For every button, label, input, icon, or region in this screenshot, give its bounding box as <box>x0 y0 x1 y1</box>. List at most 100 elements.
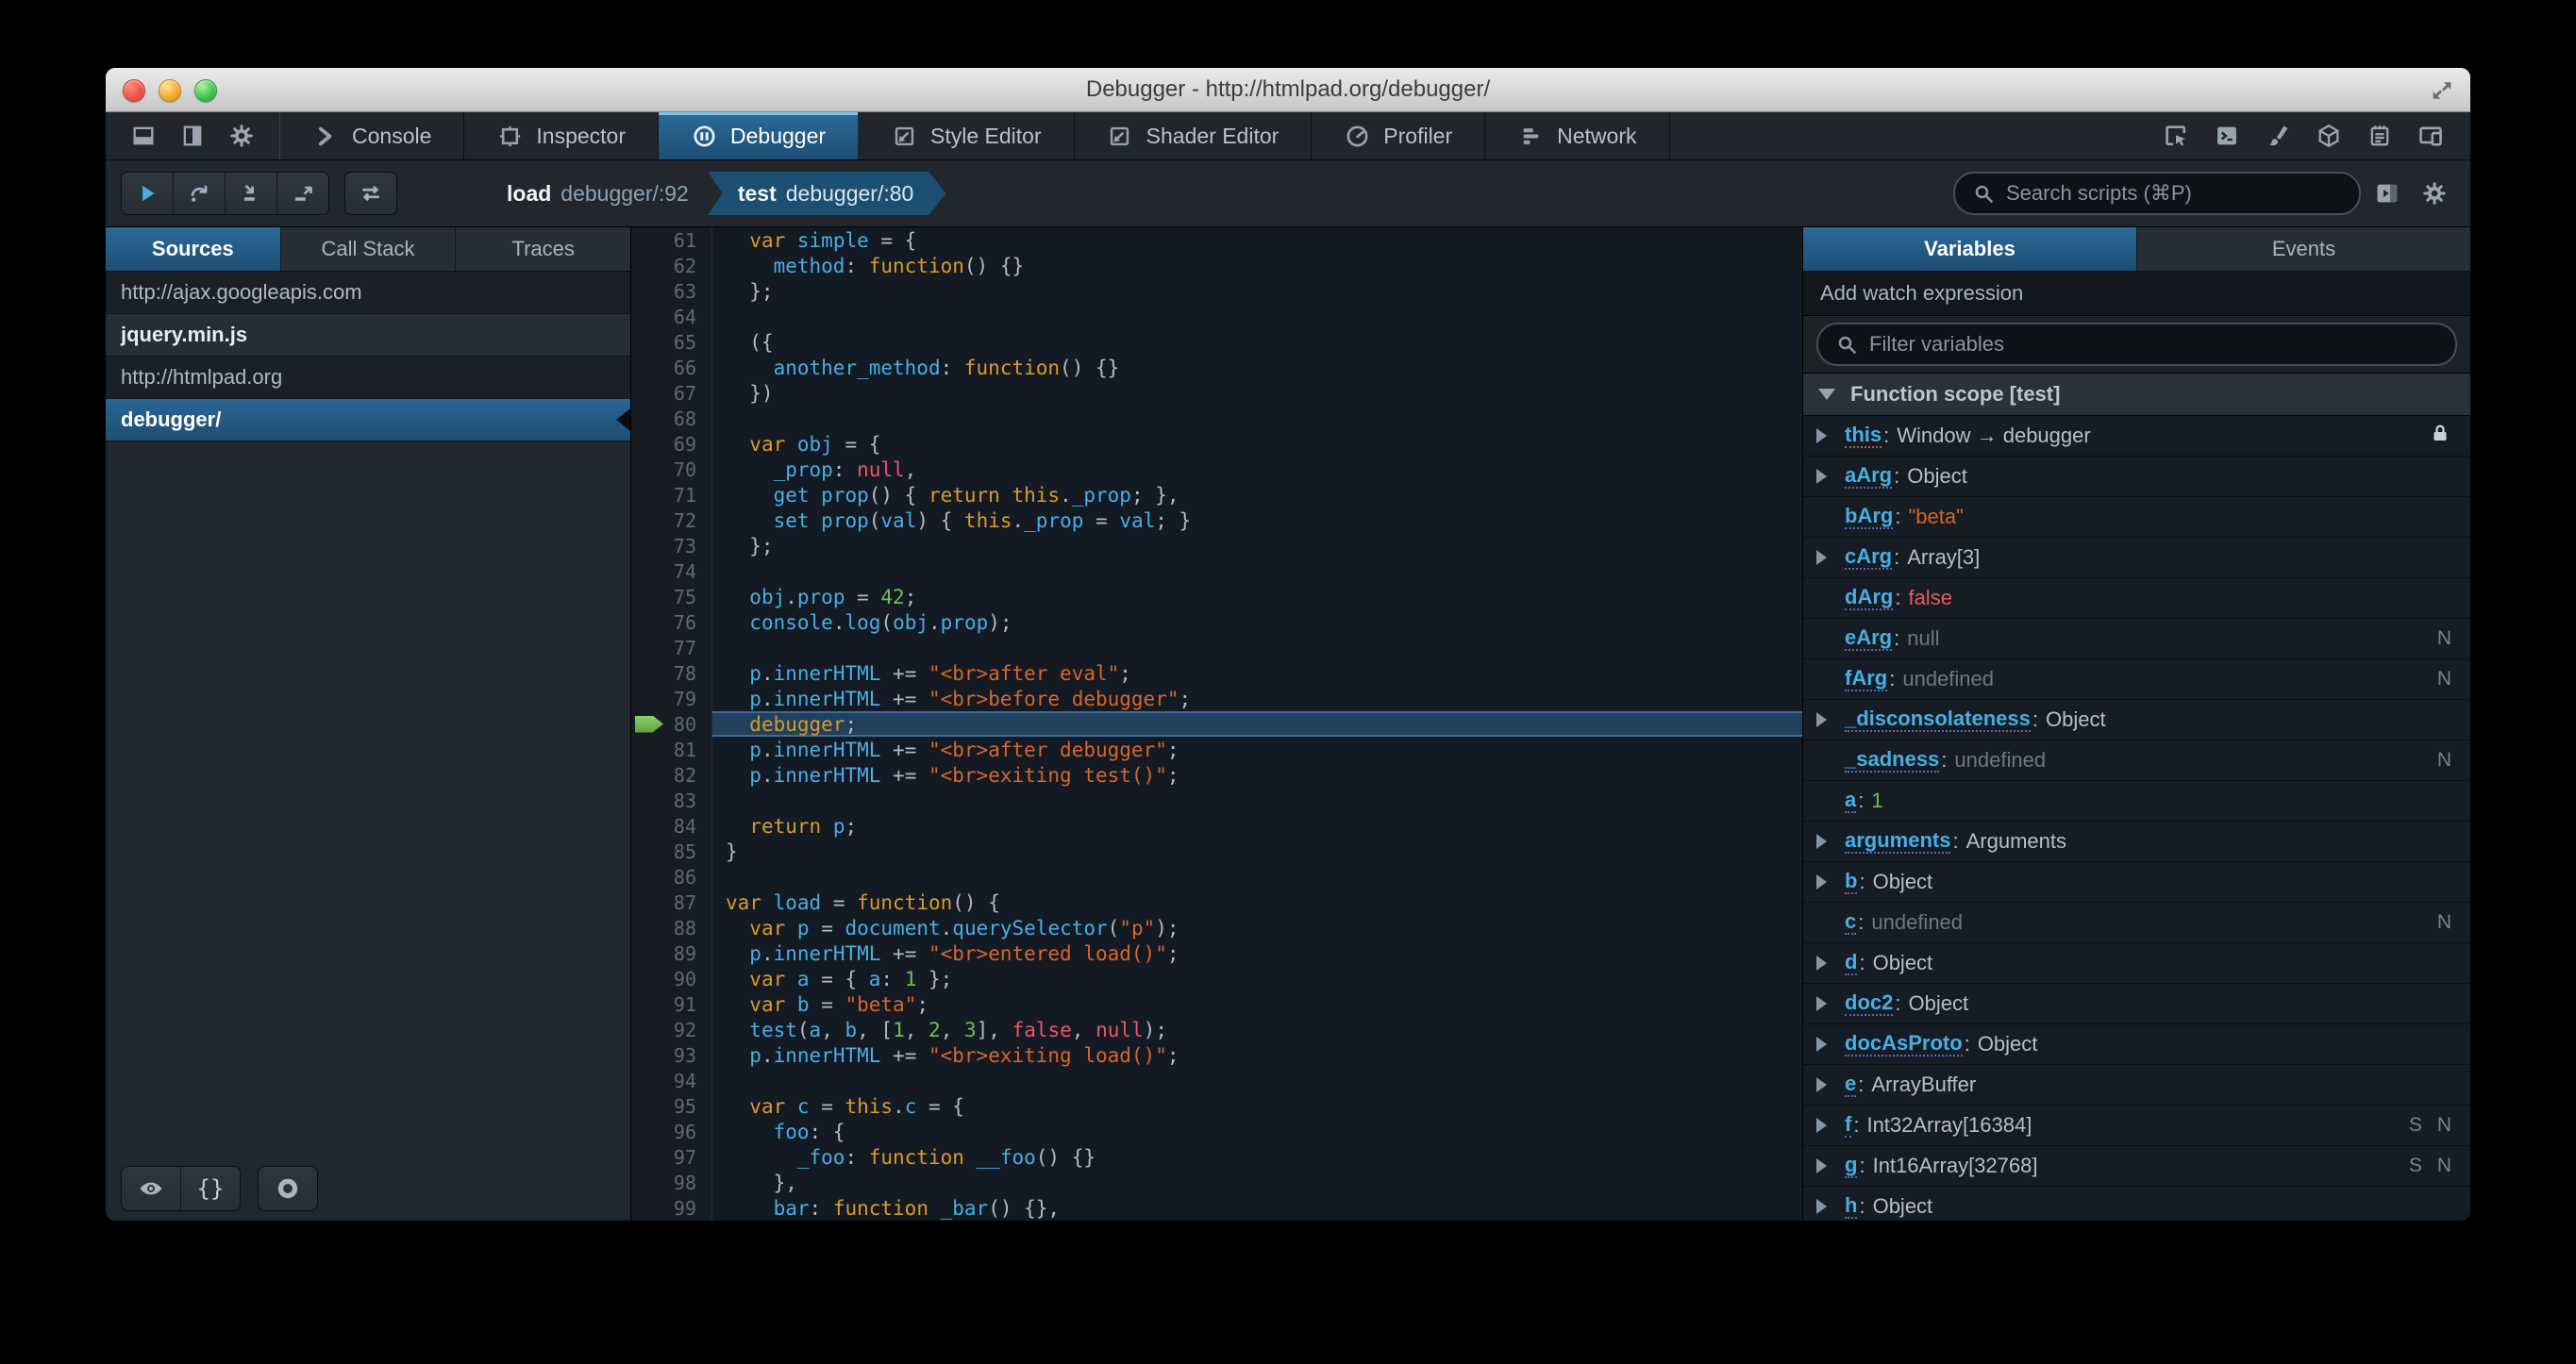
gutter-line-76[interactable]: 76 <box>631 609 712 635</box>
expand-arrow-icon[interactable] <box>1816 1199 1845 1214</box>
gutter-line-89[interactable]: 89 <box>631 940 712 966</box>
tilt-3d-button[interactable] <box>2308 117 2350 155</box>
gutter-line-71[interactable]: 71 <box>631 482 712 507</box>
code-text[interactable] <box>712 788 1802 813</box>
variables-tab-events[interactable]: Events <box>2136 227 2470 271</box>
code-line-92[interactable]: 92 test(a, b, [1, 2, 3], false, null); <box>631 1017 1802 1042</box>
code-line-74[interactable]: 74 <box>631 558 1802 584</box>
code-text[interactable] <box>712 864 1802 890</box>
gutter-line-63[interactable]: 63 <box>631 278 712 304</box>
paint-flashing-button[interactable] <box>2257 117 2299 155</box>
code-text[interactable]: p. innerHTML += "<br>after eval"; <box>712 660 1802 686</box>
code-text[interactable]: var simple = { <box>712 227 1802 253</box>
code-line-95[interactable]: 95 var c = this. c = { <box>631 1093 1802 1119</box>
close-button[interactable] <box>123 79 145 102</box>
step-out-button[interactable] <box>277 173 328 214</box>
code-line-62[interactable]: 62 method: function() {} <box>631 253 1802 278</box>
step-over-button[interactable] <box>174 173 226 214</box>
gutter-line-99[interactable]: 99 <box>631 1195 712 1221</box>
scratchpad-button[interactable] <box>2359 117 2400 155</box>
gutter-line-80[interactable]: 80 <box>631 711 712 737</box>
gutter-line-98[interactable]: 98 <box>631 1170 712 1195</box>
sources-tab-sources[interactable]: Sources <box>106 227 280 271</box>
code-text[interactable]: var b = "beta"; <box>712 991 1802 1017</box>
gutter-line-77[interactable]: 77 <box>631 635 712 660</box>
expand-arrow-icon[interactable] <box>1816 1158 1845 1173</box>
code-text[interactable]: p. innerHTML += "<br>exiting load()"; <box>712 1042 1802 1068</box>
code-line-80[interactable]: 80 debugger; <box>631 711 1802 737</box>
code-text[interactable] <box>712 558 1802 584</box>
expand-arrow-icon[interactable] <box>1816 1037 1845 1052</box>
code-text[interactable]: _foo: function __foo() {} <box>712 1144 1802 1170</box>
source-editor[interactable]: 61 var simple = {62 method: function() {… <box>631 227 1802 1221</box>
gutter-line-79[interactable]: 79 <box>631 686 712 711</box>
code-line-79[interactable]: 79 p. innerHTML += "<br>before debugger"; <box>631 686 1802 711</box>
code-line-82[interactable]: 82 p. innerHTML += "<br>exiting test()"; <box>631 762 1802 788</box>
variable-row-aArg[interactable]: aArg: Object <box>1803 457 2470 497</box>
variable-row-a[interactable]: a:1 <box>1803 781 2470 822</box>
variable-row-g[interactable]: g: Int16Array[32768] S N <box>1803 1146 2470 1187</box>
code-line-87[interactable]: 87 var load = function() { <box>631 890 1802 915</box>
code-line-66[interactable]: 66 another_method: function() {} <box>631 355 1802 380</box>
gutter-line-92[interactable]: 92 <box>631 1017 712 1042</box>
blackbox-source-button[interactable] <box>122 1167 181 1210</box>
gutter-line-96[interactable]: 96 <box>631 1119 712 1144</box>
variable-row-_sadness[interactable]: _sadness: undefined N <box>1803 740 2470 781</box>
variable-row-c[interactable]: c: undefined N <box>1803 903 2470 943</box>
code-line-86[interactable]: 86 <box>631 864 1802 890</box>
code-line-70[interactable]: 70 _prop: null, <box>631 457 1802 482</box>
tab-style-editor[interactable]: Style Editor <box>859 112 1075 159</box>
gutter-line-78[interactable]: 78 <box>631 660 712 686</box>
fullscreen-icon[interactable] <box>2429 77 2455 104</box>
code-line-65[interactable]: 65 ({ <box>631 329 1802 355</box>
code-line-89[interactable]: 89 p. innerHTML += "<br>entered load()"; <box>631 940 1802 966</box>
gutter-line-75[interactable]: 75 <box>631 584 712 609</box>
dock-bottom-button[interactable] <box>123 117 164 155</box>
code-text[interactable]: p. innerHTML += "<br>exiting test()"; <box>712 762 1802 788</box>
code-line-64[interactable]: 64 <box>631 304 1802 329</box>
code-text[interactable]: method: function() {} <box>712 253 1802 278</box>
gutter-line-85[interactable]: 85 <box>631 839 712 864</box>
code-line-91[interactable]: 91 var b = "beta"; <box>631 991 1802 1017</box>
variable-row-e[interactable]: e: ArrayBuffer <box>1803 1065 2470 1106</box>
expand-arrow-icon[interactable] <box>1816 550 1845 565</box>
toggle-panels-button[interactable] <box>2367 175 2408 212</box>
code-text[interactable]: var obj = { <box>712 431 1802 457</box>
variable-row-dArg[interactable]: dArg: false <box>1803 578 2470 619</box>
code-line-81[interactable]: 81 p. innerHTML += "<br>after debugger"; <box>631 737 1802 762</box>
source-item-debugger-[interactable]: debugger/ <box>106 399 630 441</box>
code-text[interactable]: }; <box>712 278 1802 304</box>
code-line-83[interactable]: 83 <box>631 788 1802 813</box>
gutter-line-91[interactable]: 91 <box>631 991 712 1017</box>
code-line-97[interactable]: 97 _foo: function __foo() {} <box>631 1144 1802 1170</box>
code-text[interactable]: bar: function _bar() {}, <box>712 1195 1802 1221</box>
pretty-print-button[interactable]: {} <box>181 1167 240 1210</box>
code-line-69[interactable]: 69 var obj = { <box>631 431 1802 457</box>
expand-arrow-icon[interactable] <box>1816 428 1845 443</box>
code-text[interactable]: _prop: null, <box>712 457 1802 482</box>
variable-row-bArg[interactable]: bArg: "beta" <box>1803 497 2470 538</box>
expand-arrow-icon[interactable] <box>1816 956 1845 971</box>
tab-shader-editor[interactable]: Shader Editor <box>1075 112 1313 159</box>
code-text[interactable]: }, <box>712 1170 1802 1195</box>
code-text[interactable]: another_method: function() {} <box>712 355 1802 380</box>
gutter-line-61[interactable]: 61 <box>631 227 712 253</box>
gutter-line-86[interactable]: 86 <box>631 864 712 890</box>
code-line-77[interactable]: 77 <box>631 635 1802 660</box>
variable-row-arguments[interactable]: arguments: Arguments <box>1803 822 2470 862</box>
code-line-90[interactable]: 90 var a = { a: 1 }; <box>631 966 1802 991</box>
code-text[interactable]: var c = this. c = { <box>712 1093 1802 1119</box>
sources-tab-traces[interactable]: Traces <box>455 227 631 271</box>
variable-row-d[interactable]: d: Object <box>1803 943 2470 984</box>
add-watch-expression[interactable]: Add watch expression <box>1803 272 2470 316</box>
code-line-85[interactable]: 85} <box>631 839 1802 864</box>
code-text[interactable]: }; <box>712 533 1802 558</box>
variable-row-fArg[interactable]: fArg: undefined N <box>1803 659 2470 700</box>
code-text[interactable]: set prop(val) { this. _prop = val; } <box>712 507 1802 533</box>
code-line-68[interactable]: 68 <box>631 406 1802 431</box>
expand-arrow-icon[interactable] <box>1816 1077 1845 1092</box>
variable-row-h[interactable]: h: Object <box>1803 1187 2470 1221</box>
code-line-93[interactable]: 93 p. innerHTML += "<br>exiting load()"; <box>631 1042 1802 1068</box>
gutter-line-66[interactable]: 66 <box>631 355 712 380</box>
titlebar[interactable]: Debugger - http://htmlpad.org/debugger/ <box>106 68 2470 112</box>
